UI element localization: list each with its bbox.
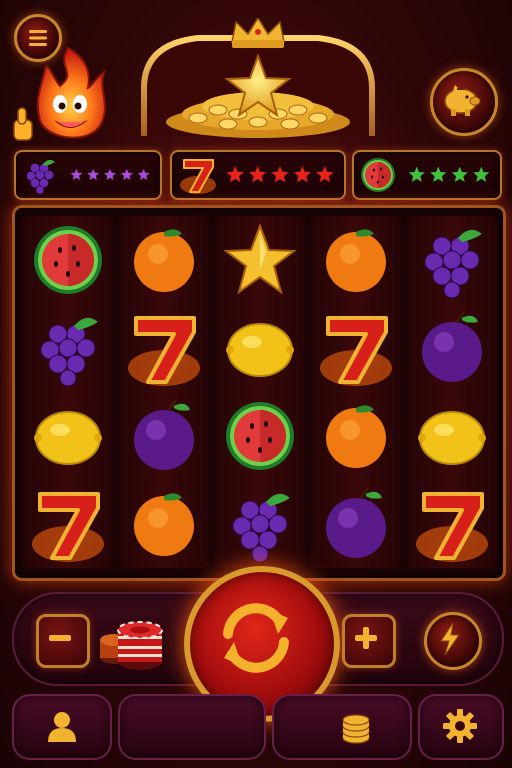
reel-symbol-grape (407, 216, 497, 304)
seven-icon (180, 159, 216, 194)
minus-icon (49, 635, 71, 641)
reel-symbol-plum (311, 480, 401, 568)
lightning-bolt-icon (440, 622, 460, 656)
seven-collect-meter (170, 150, 346, 200)
meter-star (135, 166, 152, 183)
meter-star (427, 163, 449, 184)
reel-symbol-orange (119, 480, 209, 568)
reel-symbol-lemon (23, 392, 113, 480)
reel-symbol-seven (23, 480, 113, 568)
coins-shop-button[interactable] (272, 694, 412, 760)
meter-star (470, 163, 492, 184)
meter-star (224, 163, 247, 185)
meter-star (291, 163, 314, 185)
reel-symbol-watermelon (23, 216, 113, 304)
reel-symbol-lemon (407, 392, 497, 480)
reel-symbol-grape (23, 304, 113, 392)
meter-star (449, 163, 471, 184)
reel-symbol-plum (407, 304, 497, 392)
reels-grid (12, 205, 506, 581)
turbo-button[interactable] (424, 612, 482, 670)
jackpot-display (141, 18, 375, 138)
reel-symbol-orange (119, 216, 209, 304)
reel-column-4 (311, 216, 401, 568)
meter-star (68, 166, 85, 183)
reel-symbol-lemon (215, 304, 305, 392)
slot-game-screen (0, 0, 512, 768)
reel-symbol-plum (119, 392, 209, 480)
casino-chips-stack-icon (100, 621, 163, 670)
watermelon-collect-meter (352, 150, 502, 200)
user-icon (48, 712, 76, 742)
meter-star (246, 163, 269, 185)
watermelon-icon (361, 158, 395, 192)
decrease-bet-button[interactable] (36, 614, 90, 668)
coin-stack-icon (342, 714, 370, 744)
reel-symbol-seven (311, 304, 401, 392)
grape-collect-meter (14, 150, 162, 200)
plus-icon (355, 627, 377, 649)
reel-symbol-seven (119, 304, 209, 392)
reel-column-1 (23, 216, 113, 568)
meter-star (269, 163, 291, 185)
nav-empty-button[interactable] (118, 694, 266, 760)
reel-column-2 (119, 216, 209, 568)
reel-symbol-orange (311, 392, 401, 480)
gear-icon (443, 709, 477, 743)
reel-symbol-watermelon (215, 392, 305, 480)
reel-column-5 (407, 216, 497, 568)
piggy-bank-icon (444, 85, 481, 116)
meter-star (118, 166, 136, 183)
profile-button[interactable] (12, 694, 112, 760)
crown-icon (231, 18, 285, 48)
meter-star (84, 166, 102, 183)
piggy-bank-button[interactable] (430, 68, 498, 136)
reel-symbol-orange (311, 216, 401, 304)
increase-bet-button[interactable] (342, 614, 396, 668)
reel-symbol-seven (407, 480, 497, 568)
meter-star (101, 166, 119, 183)
settings-button[interactable] (418, 694, 504, 760)
reel-symbol-grape (215, 480, 305, 568)
fire-mascot-thumbs-up-icon (13, 46, 107, 141)
meter-star (406, 163, 428, 184)
meter-star (313, 163, 336, 185)
reel-symbol-star (215, 216, 305, 304)
grape-icon (26, 159, 55, 195)
refresh-arrows-icon (223, 603, 289, 673)
reel-column-3 (215, 216, 305, 568)
